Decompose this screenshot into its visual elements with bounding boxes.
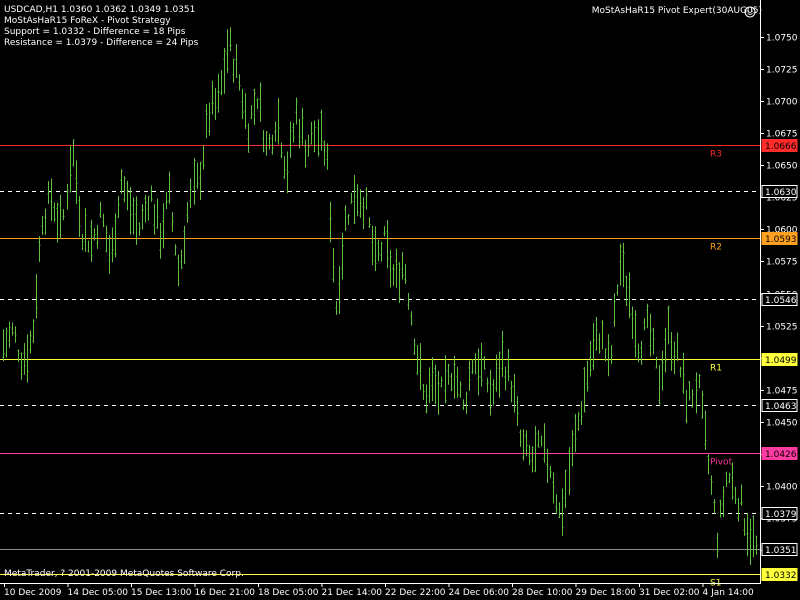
level-name-label: R2 [710,243,722,253]
copyright-notice: MetaTrader, ? 2001-2009 MetaQuotes Softw… [4,569,244,579]
level-price-tag-label: 1.0351 [765,546,797,556]
price-tick-label: 1.0750 [766,34,798,44]
level-name-label: R3 [710,150,722,160]
symbol-quote-line: USDCAD,H1 1.0360 1.0362 1.0349 1.0351 [4,5,196,15]
pivot-levels: R3R2R1PivotS1 [0,145,760,589]
price-axis: 1.07501.07251.07001.06751.06501.06251.06… [0,0,798,584]
time-tick-label: 16 Dec 21:00 [195,588,256,598]
time-tick-label: 29 Dec 18:00 [576,588,637,598]
time-tick-label: 22 Dec 22:00 [385,588,446,598]
price-tick-label: 1.0725 [766,66,798,76]
time-axis: 10 Dec 2009 14 Dec 05:00 15 Dec 13:00 16 De… [4,583,754,598]
strategy-title: MoStAsHaR15 FoReX - Pivot Strategy [4,16,171,26]
level-price-tag-label: 1.0593 [765,235,797,245]
level-price-tag-label: 1.0499 [765,356,797,366]
level-name-label: R1 [710,364,722,374]
level-price-tag-label: 1.0332 [765,571,797,581]
price-tick-label: 1.0575 [766,258,798,268]
level-price-tag-label: 1.0426 [765,450,797,460]
time-tick-label: 21 Dec 14:00 [322,588,383,598]
level-price-tag-label: 1.0546 [765,296,797,306]
resistance-info: Resistance = 1.0379 - Difference = 24 Pi… [4,38,199,48]
level-name-label: Pivot [710,458,733,468]
time-tick-label: 28 Dec 10:00 [512,588,573,598]
price-tick-label: 1.0675 [766,130,798,140]
ohlc-bars [2,27,758,565]
level-price-tag-label: 1.0666 [765,142,797,152]
expert-advisor-label[interactable]: MoStAsHaR15 Pivot Expert(30AUG05) [592,6,762,16]
price-tick-label: 1.0525 [766,323,798,333]
price-tick-label: 1.0700 [766,98,798,108]
level-price-tag-label: 1.0630 [765,188,797,198]
time-tick-label: 24 Dec 06:00 [449,588,510,598]
level-price-tag-label: 1.0463 [765,402,797,412]
time-tick-label: 10 Dec 2009 [4,588,62,598]
time-tick-label: 15 Dec 13:00 [131,588,192,598]
price-tick-label: 1.0650 [766,162,798,172]
time-tick-label: 14 Dec 05:00 [68,588,129,598]
time-tick-label: 31 Dec 02:00 [639,588,700,598]
level-price-tag-label: 1.0379 [765,510,797,520]
price-tick-label: 1.0475 [766,387,798,397]
support-info: Support = 1.0332 - Difference = 18 Pips [4,27,186,37]
time-tick-label: 18 Dec 05:00 [258,588,319,598]
price-tick-label: 1.0450 [766,419,798,429]
expert-smiley-icon[interactable] [744,6,756,18]
price-tick-label: 1.0400 [766,483,798,493]
price-chart[interactable]: R3R2R1PivotS1 1.07501.07251.07001.06751.… [0,0,800,600]
time-tick-label: 4 Jan 14:00 [703,588,755,598]
